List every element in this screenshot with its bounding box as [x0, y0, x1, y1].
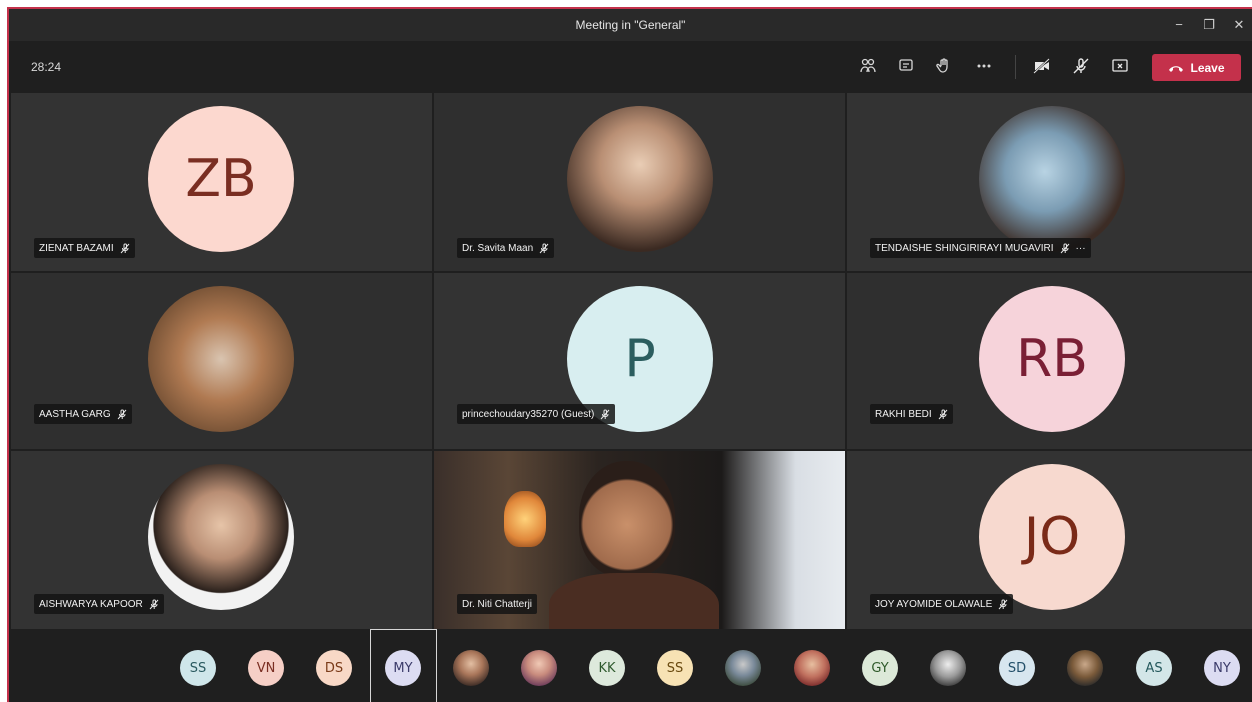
camera-off-icon[interactable]: [1031, 55, 1053, 77]
participant-name: Dr. Savita Maan: [462, 242, 534, 254]
avatar: [148, 464, 294, 610]
participant-name: AASTHA GARG: [39, 408, 111, 420]
mic-muted-icon: [938, 409, 948, 419]
avatar: JO: [979, 464, 1125, 610]
participant-avatar[interactable]: GY: [862, 650, 898, 686]
participant-avatar[interactable]: [453, 650, 489, 686]
mic-muted-icon: [1060, 243, 1069, 253]
participant-avatar[interactable]: SS: [657, 650, 693, 686]
participant-name-tag: AISHWARYA KAPOOR: [34, 594, 164, 614]
participant-tile[interactable]: ZB ZIENAT BAZAMI: [11, 93, 432, 271]
participant-name-tag: JOY AYOMIDE OLAWALE: [870, 594, 1014, 614]
toolbar-divider: [1015, 55, 1016, 79]
mic-muted-icon: [120, 243, 130, 253]
participant-tile[interactable]: AISHWARYA KAPOOR: [11, 451, 432, 629]
participant-avatar[interactable]: SS: [180, 650, 216, 686]
background-lamp: [504, 491, 546, 547]
participant-name-tag: AASTHA GARG: [34, 404, 132, 424]
participant-tile[interactable]: Dr. Savita Maan: [434, 93, 845, 271]
participant-avatar[interactable]: NY: [1204, 650, 1240, 686]
window-title: Meeting in "General": [575, 18, 686, 32]
mic-muted-icon: [117, 409, 127, 419]
title-bar: Meeting in "General" − ❐ ✕: [9, 9, 1252, 41]
participant-name-tag: ZIENAT BAZAMI: [34, 238, 135, 258]
more-options-icon[interactable]: [973, 55, 995, 77]
raise-hand-icon[interactable]: [933, 55, 955, 77]
participant-name-tag: Dr. Savita Maan: [457, 238, 555, 258]
more-options-icon[interactable]: ···: [1076, 243, 1086, 254]
participant-avatar[interactable]: AS: [1136, 650, 1172, 686]
participant-avatar[interactable]: [794, 650, 830, 686]
participant-avatar-selected[interactable]: MY: [385, 650, 421, 686]
leave-button[interactable]: Leave: [1152, 54, 1241, 81]
meeting-timer: 28:24: [31, 60, 62, 74]
participant-name-tag: Dr. Niti Chatterji: [457, 594, 538, 614]
participant-name: ZIENAT BAZAMI: [39, 242, 114, 254]
participant-name-tag: RAKHI BEDI: [870, 404, 953, 424]
participant-tile[interactable]: RB RAKHI BEDI: [847, 273, 1252, 449]
participant-tile[interactable]: TENDAISHE SHINGIRIRAYI MUGAVIRI ···: [847, 93, 1252, 271]
participant-grid: ZB ZIENAT BAZAMI Dr. Savita Maan TENDAIS…: [11, 93, 1252, 629]
mic-muted-icon: [539, 243, 549, 253]
leave-label: Leave: [1190, 60, 1225, 75]
participant-avatar[interactable]: [930, 650, 966, 686]
meeting-controls-bar: 28:24 Leave: [9, 41, 1252, 93]
participant-name-tag: princechoudary35270 (Guest): [457, 404, 616, 424]
mic-muted-icon: [998, 599, 1008, 609]
restore-button[interactable]: ❐: [1197, 15, 1221, 35]
mic-muted-icon: [149, 599, 159, 609]
avatar: [567, 106, 713, 252]
participant-tile[interactable]: JO JOY AYOMIDE OLAWALE: [847, 451, 1252, 629]
mic-muted-icon: [600, 409, 610, 419]
participant-tile[interactable]: AASTHA GARG: [11, 273, 432, 449]
participant-name: JOY AYOMIDE OLAWALE: [875, 598, 993, 610]
teams-meeting-window: Meeting in "General" − ❐ ✕ 28:24 Leave Z…: [7, 7, 1252, 702]
participant-avatar[interactable]: DS: [316, 650, 352, 686]
avatar: [148, 286, 294, 432]
participant-name: Dr. Niti Chatterji: [462, 598, 533, 610]
participant-avatar[interactable]: VN: [248, 650, 284, 686]
participant-avatar[interactable]: KK: [589, 650, 625, 686]
mic-off-icon[interactable]: [1070, 55, 1092, 77]
avatar: ZB: [148, 106, 294, 252]
participant-tile[interactable]: P princechoudary35270 (Guest): [434, 273, 845, 449]
avatar: [979, 106, 1125, 252]
participant-name-tag: TENDAISHE SHINGIRIRAYI MUGAVIRI ···: [870, 238, 1091, 258]
hang-up-icon: [1169, 65, 1184, 72]
participants-icon[interactable]: [857, 55, 879, 77]
participant-avatar[interactable]: [521, 650, 557, 686]
participant-name: princechoudary35270 (Guest): [462, 408, 595, 420]
close-button[interactable]: ✕: [1227, 15, 1251, 35]
participant-name: TENDAISHE SHINGIRIRAYI MUGAVIRI: [875, 242, 1054, 254]
participant-video-tile[interactable]: Dr. Niti Chatterji: [434, 451, 845, 629]
participant-strip: SS VN DS MY KK SS GY SD AS NY: [9, 629, 1252, 702]
participant-avatar[interactable]: [725, 650, 761, 686]
participant-avatar[interactable]: SD: [999, 650, 1035, 686]
minimize-button[interactable]: −: [1167, 15, 1191, 35]
avatar: RB: [979, 286, 1125, 432]
participant-avatar[interactable]: [1067, 650, 1103, 686]
presenter-video: [549, 453, 719, 629]
chat-icon[interactable]: [895, 55, 917, 77]
share-tray-icon[interactable]: [1109, 55, 1131, 77]
participant-name: AISHWARYA KAPOOR: [39, 598, 143, 610]
participant-name: RAKHI BEDI: [875, 408, 932, 420]
